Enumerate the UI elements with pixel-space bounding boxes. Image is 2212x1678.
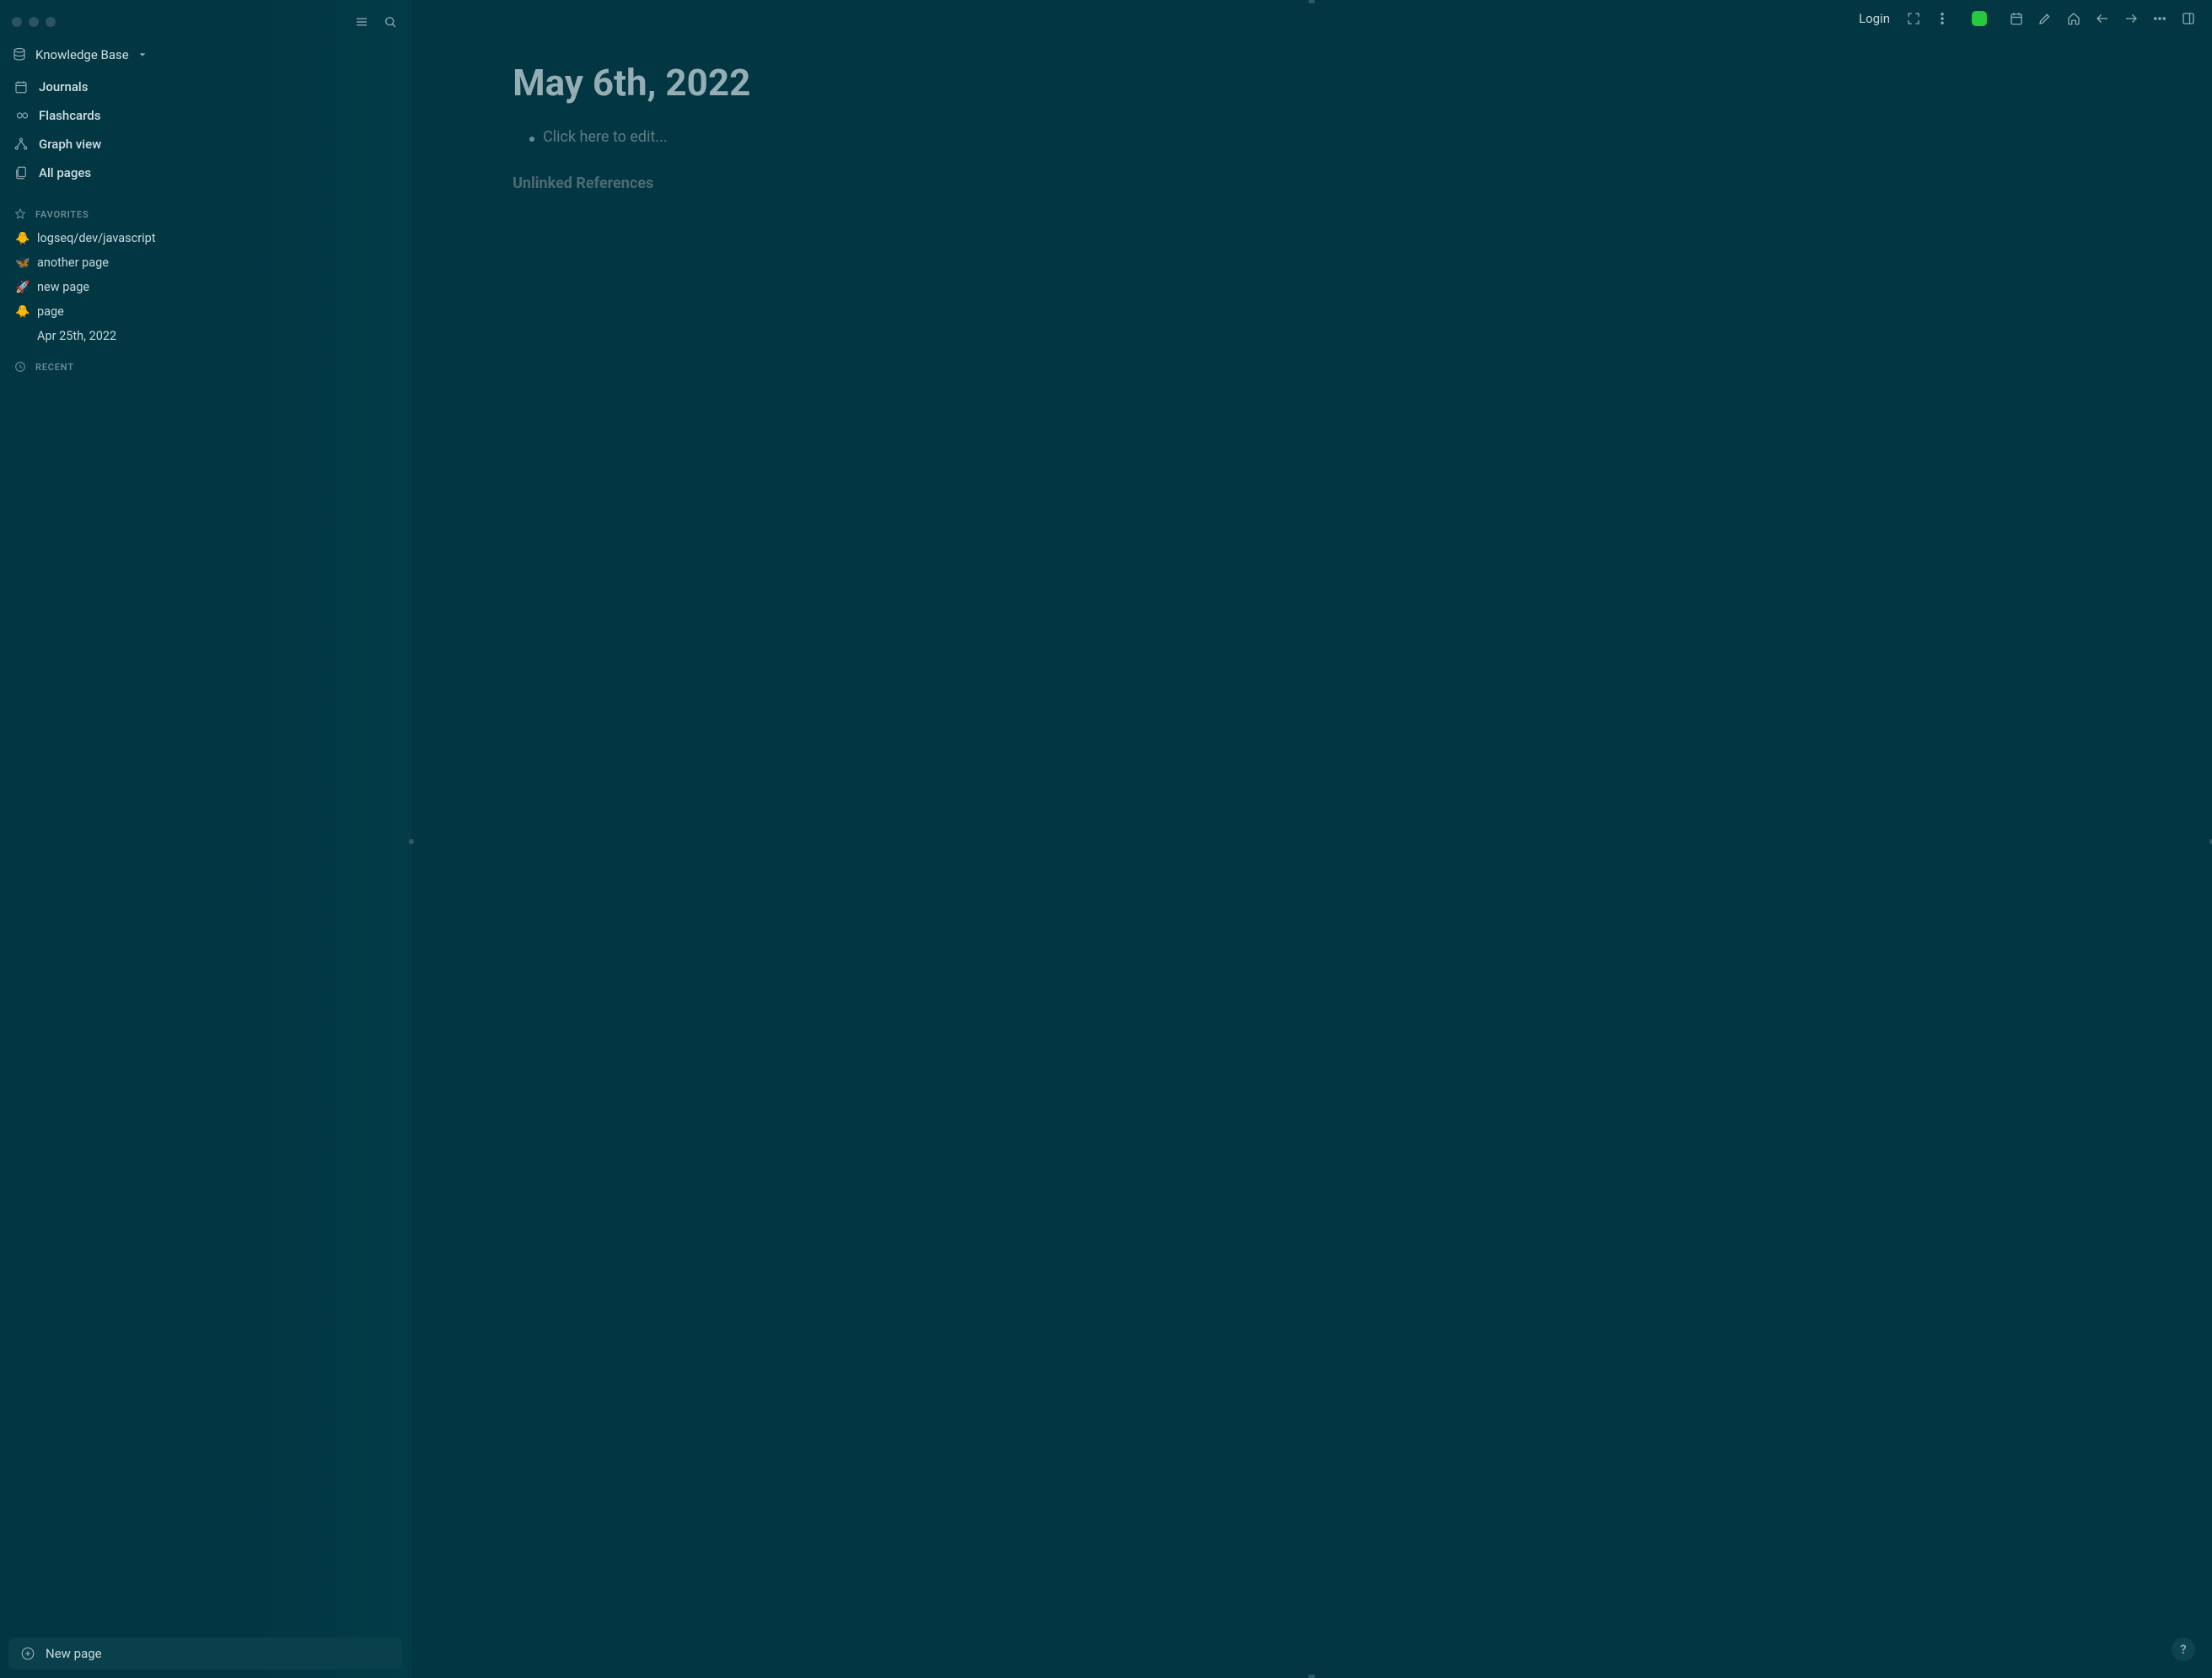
arrow-left-icon xyxy=(2095,11,2110,26)
panel-right-icon xyxy=(2181,11,2196,26)
traffic-zoom-icon[interactable] xyxy=(46,17,56,27)
page-emoji-icon: 🚀 xyxy=(15,281,30,294)
login-button[interactable]: Login xyxy=(1852,8,1897,30)
app-root: Knowledge Base Journals Flashcards Graph… xyxy=(0,0,2212,1678)
more-menu-button[interactable] xyxy=(2148,7,2172,30)
recent-header[interactable]: RECENT xyxy=(0,348,411,379)
right-sidebar-toggle-button[interactable] xyxy=(2177,7,2200,30)
top-toolbar: Login xyxy=(411,0,2212,37)
traffic-close-icon[interactable] xyxy=(12,17,22,27)
block-bullet-icon[interactable] xyxy=(529,137,534,142)
main-area: Login xyxy=(411,0,2212,1678)
infinity-icon xyxy=(13,108,29,123)
nav-graph-label: Graph view xyxy=(39,137,101,152)
page-emoji-icon: 🦋 xyxy=(15,256,30,270)
favorite-item-label: new page xyxy=(37,280,89,294)
search-button[interactable] xyxy=(380,12,400,32)
favorite-item-label: another page xyxy=(37,255,109,270)
new-page-label: New page xyxy=(46,1646,102,1661)
favorite-item-label: Apr 25th, 2022 xyxy=(37,329,116,343)
home-icon xyxy=(2066,11,2081,26)
page-emoji-icon: 🐥 xyxy=(15,232,30,245)
window-traffic-lights[interactable] xyxy=(12,17,56,27)
nav-flashcards-label: Flashcards xyxy=(39,108,100,123)
sidebar-nav: Journals Flashcards Graph view All pages xyxy=(0,69,411,196)
recent-header-label: RECENT xyxy=(35,362,74,373)
nav-graph-view[interactable]: Graph view xyxy=(5,130,405,159)
page-emoji-icon: 🐥 xyxy=(15,305,30,319)
left-sidebar: Knowledge Base Journals Flashcards Graph… xyxy=(0,0,411,1678)
pencil-icon xyxy=(2038,11,2053,26)
arrow-right-icon xyxy=(2123,11,2139,26)
help-icon: ? xyxy=(2180,1642,2186,1657)
favorite-item-label: logseq/dev/javascript xyxy=(37,231,156,245)
nav-back-button[interactable] xyxy=(2091,7,2114,30)
dots-vertical-icon xyxy=(1935,11,1950,26)
favorite-item[interactable]: 🦋 another page xyxy=(5,250,405,275)
menu-icon xyxy=(354,14,369,30)
traffic-minimize-icon[interactable] xyxy=(29,17,39,27)
window-resize-notch-icon[interactable] xyxy=(1308,0,1315,3)
window-resize-notch-icon[interactable] xyxy=(1308,1675,1315,1678)
nav-all-pages-label: All pages xyxy=(39,165,91,180)
nav-journals[interactable]: Journals xyxy=(5,73,405,101)
block-editor-placeholder[interactable]: Click here to edit... xyxy=(543,128,668,146)
nav-flashcards[interactable]: Flashcards xyxy=(5,101,405,130)
star-icon xyxy=(13,207,27,221)
fullscreen-button[interactable] xyxy=(1902,7,1925,30)
unlinked-references-toggle[interactable]: Unlinked References xyxy=(513,175,1153,192)
favorite-item-label: page xyxy=(37,304,64,319)
content-scroll[interactable]: May 6th, 2022 Click here to edit... Unli… xyxy=(411,37,2212,1678)
plus-circle-icon xyxy=(20,1646,35,1661)
nav-all-pages[interactable]: All pages xyxy=(5,159,405,187)
journal-page: May 6th, 2022 Click here to edit... Unli… xyxy=(513,61,1153,192)
favorite-item[interactable]: 🐥 logseq/dev/javascript xyxy=(5,226,405,250)
plugin-status-icon xyxy=(1972,11,1987,26)
database-icon xyxy=(12,47,27,62)
calendar-icon xyxy=(2009,11,2024,26)
favorites-header[interactable]: FAVORITES xyxy=(0,196,411,226)
home-button[interactable] xyxy=(2062,7,2086,30)
repo-name: Knowledge Base xyxy=(35,47,129,62)
favorite-item[interactable]: 🚀 new page xyxy=(5,275,405,299)
graph-icon xyxy=(13,137,29,152)
pages-icon xyxy=(13,165,29,180)
favorites-header-label: FAVORITES xyxy=(35,209,89,220)
nav-forward-button[interactable] xyxy=(2119,7,2143,30)
more-menu-left-button[interactable] xyxy=(1930,7,1954,30)
edit-toolbar-button[interactable] xyxy=(2033,7,2057,30)
history-icon xyxy=(13,360,27,374)
journal-title[interactable]: May 6th, 2022 xyxy=(513,61,1153,105)
plugin-indicator-button[interactable] xyxy=(1968,7,1991,30)
nav-journals-label: Journals xyxy=(39,79,88,94)
calendar-toolbar-button[interactable] xyxy=(2005,7,2028,30)
caret-down-icon xyxy=(137,50,148,60)
help-button[interactable]: ? xyxy=(2172,1638,2195,1661)
favorite-item[interactable]: Apr 25th, 2022 xyxy=(5,324,405,348)
sidebar-topbar xyxy=(0,0,411,40)
new-page-button[interactable]: New page xyxy=(8,1638,402,1670)
expand-icon xyxy=(1906,11,1921,26)
repo-selector[interactable]: Knowledge Base xyxy=(0,40,411,69)
search-icon xyxy=(383,14,398,30)
calendar-icon xyxy=(13,79,29,94)
block-row[interactable]: Click here to edit... xyxy=(513,128,1153,146)
favorite-item[interactable]: 🐥 page xyxy=(5,299,405,324)
favorites-list: 🐥 logseq/dev/javascript 🦋 another page 🚀… xyxy=(0,226,411,348)
dots-horizontal-icon xyxy=(2152,11,2167,26)
toggle-sidebar-button[interactable] xyxy=(352,12,372,32)
